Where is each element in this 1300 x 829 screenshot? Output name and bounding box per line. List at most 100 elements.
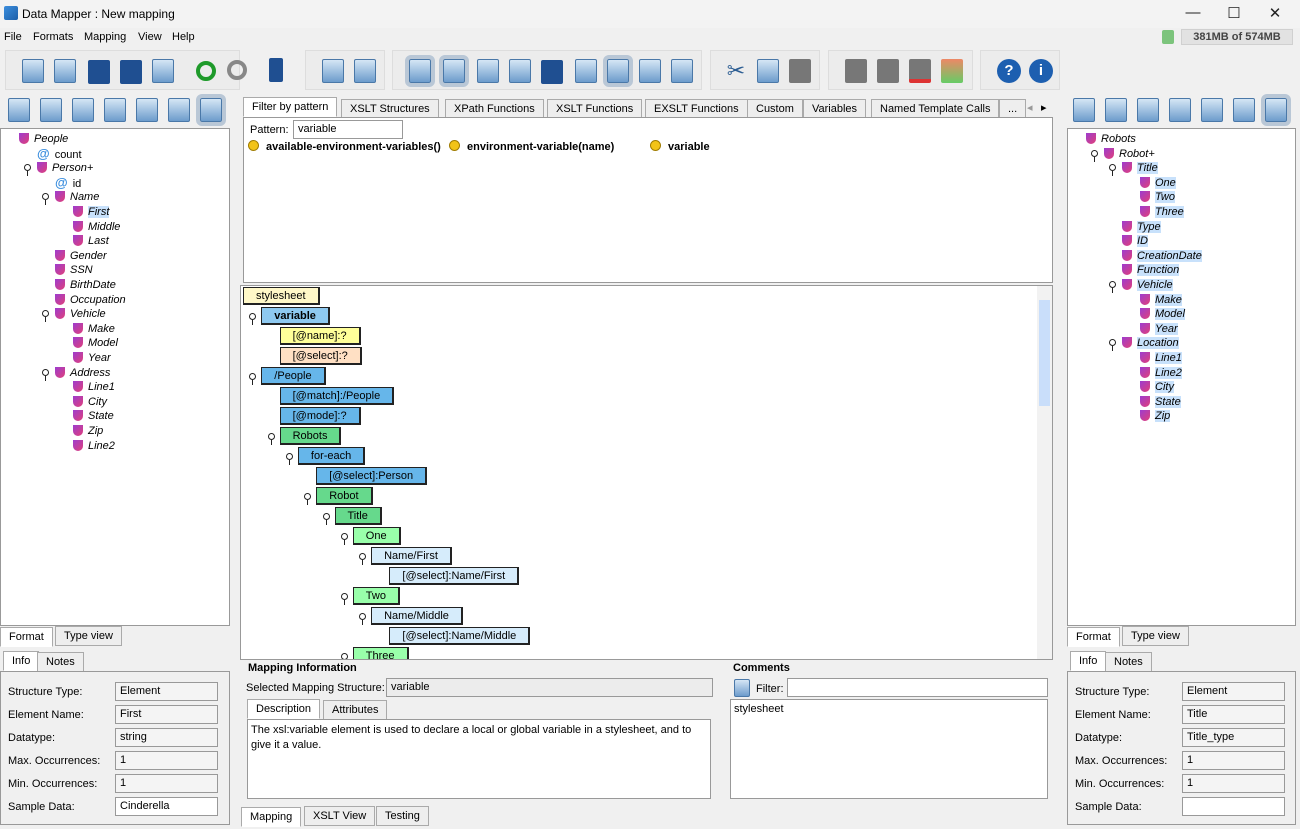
tab-format[interactable]: Format (0, 627, 53, 647)
tree-node[interactable]: Title (1122, 161, 1158, 175)
function-item[interactable]: available-environment-variables() (248, 140, 441, 153)
tree-node[interactable]: BirthDate (55, 278, 116, 292)
tree-node[interactable]: @ id (55, 175, 81, 190)
maximize-button[interactable]: ☐ (1219, 4, 1249, 24)
tree-node[interactable]: Year (1140, 322, 1178, 336)
find-icon[interactable] (40, 98, 62, 122)
tree-node[interactable]: Line2 (1140, 366, 1182, 380)
mapping-node[interactable]: Two (352, 587, 400, 605)
tree-node[interactable]: ID (1122, 234, 1148, 248)
tree-node[interactable]: Line1 (73, 380, 115, 394)
about-icon[interactable]: i (1029, 59, 1053, 83)
tree-node[interactable]: Occupation (55, 293, 126, 307)
preview-icon[interactable] (1201, 98, 1223, 122)
database-icon[interactable] (671, 59, 693, 83)
attribute-view-icon[interactable] (603, 55, 633, 87)
expand-toggle-icon[interactable] (1108, 338, 1117, 352)
tab-function-8[interactable]: ... (999, 99, 1027, 119)
mapping-tree[interactable]: stylesheet variable [@name]:? [@select]:? /P… (240, 285, 1053, 660)
tree-node[interactable]: SSN (55, 263, 93, 277)
mapping-node[interactable]: Three (352, 647, 409, 659)
save-as-icon[interactable] (120, 60, 142, 84)
tab-xslt-view[interactable]: XSLT View (304, 806, 376, 826)
scroll-tabs-right-icon[interactable]: ▸ (1041, 101, 1047, 114)
expand-toggle-icon[interactable] (23, 163, 32, 177)
tab-function-3[interactable]: XSLT Functions (547, 99, 643, 119)
layout-icon[interactable] (639, 59, 661, 83)
document-icon[interactable] (72, 98, 94, 122)
mapping-node[interactable]: Name/Middle (371, 607, 463, 625)
mapping-node[interactable]: variable (261, 307, 330, 325)
tree-node[interactable]: Zip (73, 424, 103, 438)
expand-toggle-icon[interactable] (340, 532, 349, 545)
tree-node[interactable]: Gender (55, 249, 107, 263)
mapping-node[interactable]: [@name]:? (279, 327, 361, 345)
tree-node[interactable]: Address (55, 366, 110, 380)
expand-toggle-icon[interactable] (340, 592, 349, 605)
tree-node[interactable]: Make (1140, 293, 1182, 307)
tree-node[interactable]: Function (1122, 263, 1180, 277)
vertical-scrollbar[interactable] (1037, 286, 1052, 659)
tree-node[interactable]: Middle (73, 220, 120, 234)
mapping-node[interactable]: Robots (279, 427, 342, 445)
expand-toggle-icon[interactable] (41, 309, 50, 323)
tab-function-6[interactable]: Variables (803, 99, 867, 119)
mapping-node[interactable]: [@match]:/People (279, 387, 395, 405)
tree-node[interactable]: State (1140, 395, 1181, 409)
tree-node[interactable]: Location (1122, 336, 1179, 350)
align-icon[interactable] (845, 59, 867, 83)
select-mode-icon[interactable] (1261, 94, 1291, 126)
expand-toggle-icon[interactable] (1108, 280, 1117, 293)
scroll-tabs-left-icon[interactable]: ◂ (1027, 101, 1033, 114)
expand-toggle-icon[interactable] (41, 368, 50, 381)
tree-node[interactable]: Name (55, 190, 99, 204)
center-icon[interactable] (877, 59, 899, 83)
list-icon[interactable] (104, 98, 126, 122)
tree-node[interactable]: Zip (1140, 409, 1171, 423)
comment-filter-input[interactable] (787, 678, 1048, 697)
tree-node[interactable]: City (1140, 380, 1174, 394)
save-view-icon[interactable] (541, 60, 563, 84)
tree-node[interactable]: Model (73, 336, 118, 350)
tab-type-view[interactable]: Type view (1122, 626, 1189, 646)
pattern-input[interactable]: variable (293, 120, 403, 139)
function-item[interactable]: variable (650, 140, 710, 153)
load-target-icon[interactable] (1073, 98, 1095, 122)
expand-toggle-icon[interactable] (303, 492, 312, 505)
tree-node[interactable]: Robot+ (1104, 147, 1155, 161)
menu-mapping[interactable]: Mapping (84, 31, 126, 43)
tab-function-5[interactable]: Custom (747, 99, 803, 119)
expand-toggle-icon[interactable] (285, 452, 294, 465)
mapping-node[interactable]: Robot (316, 487, 373, 505)
mapping-node[interactable]: stylesheet (243, 287, 320, 305)
tree-node[interactable]: @ count (37, 146, 82, 161)
undo-icon[interactable] (196, 61, 216, 81)
tab-mapping[interactable]: Mapping (241, 807, 302, 827)
tree-node[interactable]: Person+ (37, 161, 93, 175)
document-icon[interactable] (575, 59, 597, 83)
tree-node[interactable]: Robots (1086, 132, 1136, 146)
menu-help[interactable]: Help (172, 31, 195, 43)
tree-node[interactable]: Model (1140, 307, 1185, 321)
tab-attributes[interactable]: Attributes (323, 700, 388, 720)
expand-toggle-icon[interactable] (248, 312, 257, 325)
tree-node[interactable]: Three (1140, 205, 1184, 219)
paste-icon[interactable] (789, 59, 811, 83)
menu-formats[interactable]: Formats (33, 31, 73, 43)
expand-toggle-icon[interactable] (248, 372, 257, 385)
document-icon[interactable] (1137, 98, 1159, 122)
color-view-icon[interactable] (439, 55, 469, 87)
list-view-icon[interactable] (477, 59, 499, 83)
edit-icon[interactable] (1233, 98, 1255, 122)
mapping-node[interactable]: One (352, 527, 401, 545)
cut-icon[interactable]: ✂ (725, 59, 747, 83)
sample-data-field[interactable]: Cinderella (115, 797, 218, 816)
tab-function-1[interactable]: XSLT Structures (341, 99, 439, 119)
scrollbar-thumb[interactable] (1039, 300, 1050, 406)
expand-toggle-icon[interactable] (1108, 163, 1117, 177)
move-down-icon[interactable] (909, 59, 931, 83)
mapping-node[interactable]: [@mode]:? (279, 407, 361, 425)
mapping-node[interactable]: [@select]:? (279, 347, 362, 365)
preview-icon[interactable] (136, 98, 158, 122)
new-icon[interactable] (22, 59, 44, 83)
